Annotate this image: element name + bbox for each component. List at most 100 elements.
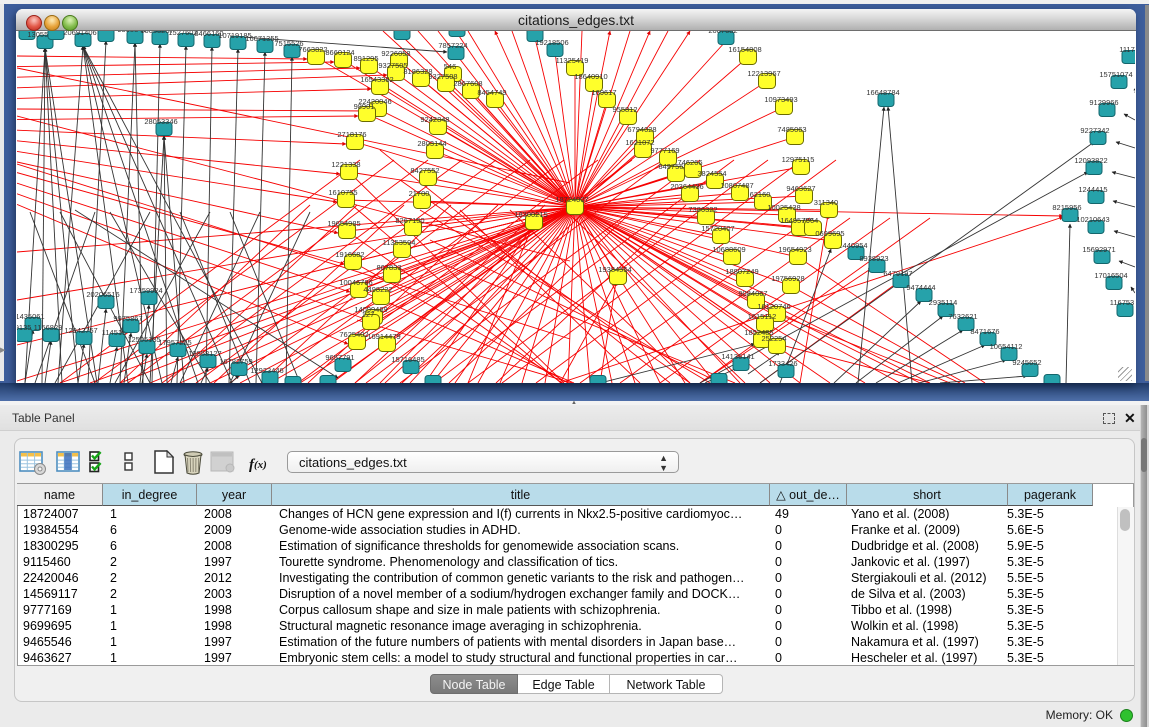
svg-text:7485063: 7485063	[777, 125, 806, 134]
svg-text:116753: 116753	[1110, 298, 1134, 307]
svg-text:0699695: 0699695	[815, 229, 844, 238]
svg-text:1156829: 1156829	[34, 323, 63, 332]
svg-text:28053346: 28053346	[144, 117, 177, 126]
svg-text:9084067: 9084067	[738, 289, 767, 298]
svg-text:8454749: 8454749	[477, 88, 506, 97]
svg-text:15716485: 15716485	[391, 355, 424, 364]
svg-text:9242848: 9242848	[420, 115, 449, 124]
svg-text:16648784: 16648784	[866, 88, 899, 97]
svg-text:311340: 311340	[814, 198, 838, 207]
svg-text:252254: 252254	[761, 334, 786, 343]
svg-text:9463627: 9463627	[786, 184, 815, 193]
svg-text:12942757: 12942757	[64, 326, 97, 335]
svg-text:1615112: 1615112	[748, 312, 777, 321]
svg-text:19384554: 19384554	[598, 265, 631, 274]
svg-text:12923446: 12923446	[250, 366, 283, 375]
svg-text:867833: 867833	[376, 263, 401, 272]
svg-text:7964: 7964	[802, 216, 819, 225]
svg-text:14136141: 14136141	[721, 352, 754, 361]
svg-text:12093822: 12093822	[1074, 156, 1107, 165]
svg-text:20691406: 20691406	[63, 31, 96, 37]
svg-text:1221338: 1221338	[331, 160, 360, 169]
svg-text:15751074: 15751074	[1099, 70, 1132, 79]
svg-text:9777169: 9777169	[650, 146, 679, 155]
svg-text:18640910: 18640910	[574, 72, 607, 81]
svg-text:21700: 21700	[409, 189, 430, 198]
svg-text:10210643: 10210643	[1076, 215, 1109, 224]
svg-text:955812: 955812	[612, 105, 637, 114]
svg-text:8267150: 8267150	[395, 216, 424, 225]
svg-text:10807487: 10807487	[720, 181, 753, 190]
svg-text:15692971: 15692971	[1082, 245, 1115, 254]
svg-text:12505135: 12505135	[127, 335, 160, 344]
svg-text:11353594: 11353594	[383, 238, 416, 247]
svg-text:8471676: 8471676	[970, 327, 999, 336]
svg-text:17359924: 17359924	[129, 286, 162, 295]
svg-text:16543382: 16543382	[360, 75, 393, 84]
svg-text:19218506: 19218506	[535, 38, 568, 47]
svg-text:2718176: 2718176	[337, 130, 366, 139]
svg-text:10973493: 10973493	[764, 95, 797, 104]
svg-text:12975115: 12975115	[782, 155, 815, 164]
svg-text:13958127: 13958127	[188, 349, 221, 358]
svg-text:8215956: 8215956	[1052, 203, 1081, 212]
svg-text:18807249: 18807249	[725, 267, 758, 276]
svg-text:19654985: 19654985	[327, 219, 360, 228]
svg-text:11325419: 11325419	[556, 56, 589, 65]
svg-text:20364436: 20364436	[670, 182, 703, 191]
svg-text:8813054: 8813054	[517, 31, 546, 32]
svg-text:15720407: 15720407	[701, 224, 734, 233]
svg-text:1244415: 1244415	[1078, 185, 1107, 194]
svg-text:8938923: 8938923	[859, 254, 888, 263]
svg-text:20206516: 20206516	[86, 290, 119, 299]
svg-text:1733426: 1733426	[768, 359, 797, 368]
svg-text:8660124: 8660124	[325, 48, 354, 57]
svg-text:2867608: 2867608	[453, 79, 482, 88]
svg-text:18724007: 18724007	[555, 195, 588, 204]
svg-text:10025438: 10025438	[767, 203, 800, 212]
svg-text:1117: 1117	[1119, 45, 1135, 54]
svg-text:10654112: 10654112	[990, 342, 1023, 351]
svg-text:9474444: 9474444	[906, 283, 935, 292]
svg-text:16782759: 16782759	[219, 357, 252, 366]
svg-text:39135: 39135	[17, 323, 31, 332]
svg-text:546: 546	[444, 62, 457, 71]
svg-text:(x): (x)	[254, 459, 267, 471]
svg-text:7857224: 7857224	[438, 41, 467, 50]
svg-text:9227342: 9227342	[1080, 126, 1109, 135]
svg-text:1527602: 1527602	[168, 31, 197, 37]
svg-text:891295: 891295	[353, 54, 378, 63]
svg-text:7632621: 7632621	[948, 312, 977, 321]
svg-text:9226058: 9226058	[381, 49, 410, 58]
svg-text:1916682: 1916682	[335, 250, 364, 259]
svg-text:18300215: 18300215	[514, 210, 547, 219]
svg-text:1440954: 1440954	[838, 241, 867, 250]
svg-text:6794028: 6794028	[627, 125, 656, 134]
svg-text:19654923: 19654923	[778, 245, 811, 254]
svg-text:7386322: 7386322	[688, 205, 717, 214]
svg-text:169617: 169617	[591, 88, 616, 97]
svg-text:8427552: 8427552	[410, 166, 439, 175]
svg-text:7663822: 7663822	[298, 45, 327, 54]
svg-text:2935114: 2935114	[929, 298, 958, 307]
svg-text:12213967: 12213967	[747, 69, 780, 78]
svg-text:16154808: 16154808	[728, 45, 761, 54]
svg-text:2087682: 2087682	[708, 31, 737, 35]
svg-text:16914479: 16914479	[367, 332, 400, 341]
svg-text:17016504: 17016504	[1094, 271, 1127, 280]
svg-text:98901: 98901	[354, 102, 375, 111]
svg-text:62160: 62160	[750, 190, 771, 199]
svg-text:9975867: 9975867	[113, 314, 142, 323]
svg-text:16120746: 16120746	[757, 302, 790, 311]
svg-text:9129966: 9129966	[1089, 98, 1118, 107]
svg-text:1435061: 1435061	[17, 312, 45, 321]
svg-text:3824554: 3824554	[697, 169, 726, 178]
svg-text:19756928: 19756928	[771, 274, 804, 283]
svg-text:746266: 746266	[677, 158, 702, 167]
svg-text:4498222: 4498222	[363, 285, 392, 294]
svg-text:2803144: 2803144	[417, 139, 446, 148]
svg-text:6479197: 6479197	[883, 269, 912, 278]
svg-text:17957225: 17957225	[158, 338, 191, 347]
svg-text:10688609: 10688609	[712, 245, 745, 254]
svg-text:9657791: 9657791	[325, 353, 354, 362]
